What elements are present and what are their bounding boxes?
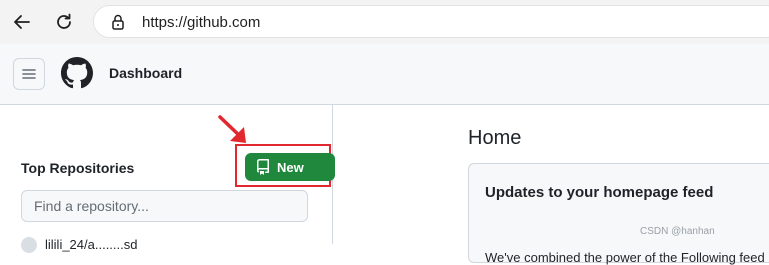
reload-button[interactable]	[50, 8, 78, 36]
url-text[interactable]: https://github.com	[142, 14, 260, 31]
avatar	[21, 237, 37, 253]
hamburger-icon	[22, 69, 36, 79]
address-bar[interactable]: https://github.com	[93, 5, 769, 38]
new-button-label: New	[277, 159, 304, 175]
feed-update-card: Updates to your homepage feed We've comb…	[468, 163, 769, 265]
global-menu-button[interactable]	[13, 58, 45, 90]
repo-link[interactable]: lilili_24/a........sd	[45, 237, 138, 252]
repository-search-input[interactable]	[21, 190, 308, 222]
main-heading: Home	[468, 127, 522, 149]
github-header: Dashboard	[0, 44, 769, 105]
browser-toolbar: https://github.com	[0, 0, 769, 45]
annotation-arrow-icon	[218, 115, 246, 143]
back-button[interactable]	[8, 8, 36, 36]
section-title: Top Repositories	[21, 160, 135, 176]
watermark: CSDN @hanhan	[640, 226, 715, 237]
reload-icon	[57, 13, 71, 29]
page-title[interactable]: Dashboard	[109, 65, 182, 81]
lock-icon[interactable]	[110, 13, 126, 31]
repo-icon	[257, 159, 269, 175]
sidebar: Top Repositories New lilili_24/a........…	[0, 105, 335, 253]
github-logo-icon[interactable]	[61, 57, 93, 89]
card-body: We've combined the power of the Followin…	[485, 250, 765, 265]
arrow-left-icon	[14, 15, 30, 29]
new-repository-button[interactable]: New	[245, 153, 335, 181]
card-title: Updates to your homepage feed	[485, 184, 714, 201]
